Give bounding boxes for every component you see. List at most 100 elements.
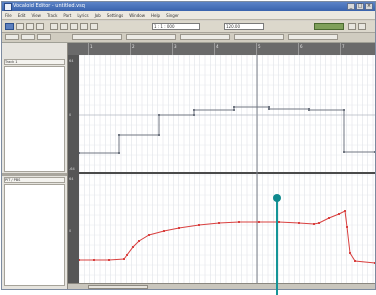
scale-label: 64 xyxy=(69,177,74,181)
tempo-field[interactable]: 120.00 xyxy=(224,23,264,30)
menu-window[interactable]: Window xyxy=(129,11,145,19)
curve-point[interactable] xyxy=(338,213,340,215)
parameter-list[interactable] xyxy=(4,184,65,286)
menu-view[interactable]: View xyxy=(31,11,41,19)
toolbar2-button[interactable] xyxy=(234,34,284,40)
curve-point[interactable] xyxy=(328,217,330,219)
toolbar2-button[interactable] xyxy=(21,34,35,40)
track-header[interactable]: Track 1 xyxy=(4,59,65,65)
track-list[interactable] xyxy=(4,66,65,172)
step-point[interactable] xyxy=(343,109,345,111)
curve-point[interactable] xyxy=(163,230,165,232)
step-point[interactable] xyxy=(79,152,80,154)
curve-point[interactable] xyxy=(238,221,240,223)
play-button[interactable] xyxy=(50,23,58,30)
zoom-in-button[interactable] xyxy=(348,23,356,30)
value-scale: 64 0 -64 64 0 xyxy=(68,55,79,289)
scroll-thumb[interactable] xyxy=(88,285,148,289)
menu-part[interactable]: Part xyxy=(63,11,71,19)
zoom-out-button[interactable] xyxy=(358,23,366,30)
measure-label: 2 xyxy=(132,44,135,49)
curve-point[interactable] xyxy=(108,259,110,261)
curve-point[interactable] xyxy=(178,227,180,229)
scale-label: 64 xyxy=(69,59,74,63)
title-bar: Vocaloid Editor - untitled.vsq _ □ × xyxy=(2,2,375,11)
menu-track[interactable]: Track xyxy=(47,11,57,19)
stop-button[interactable] xyxy=(60,23,68,30)
app-icon xyxy=(4,3,12,11)
menu-lyrics[interactable]: Lyrics xyxy=(77,11,88,19)
menu-singer[interactable]: Singer xyxy=(166,11,179,19)
curve-point[interactable] xyxy=(318,222,320,224)
step-point[interactable] xyxy=(158,134,160,136)
step-point[interactable] xyxy=(308,109,310,111)
scale-label: 0 xyxy=(69,229,72,233)
curve-point[interactable] xyxy=(93,259,95,261)
menu-settings[interactable]: Settings xyxy=(107,11,123,19)
step-point[interactable] xyxy=(193,114,195,116)
step-point[interactable] xyxy=(374,151,375,153)
close-button[interactable]: × xyxy=(365,3,373,10)
forward-button[interactable] xyxy=(80,23,88,30)
rewind-button[interactable] xyxy=(70,23,78,30)
scale-label: -64 xyxy=(69,167,75,171)
curve-editor[interactable] xyxy=(79,55,375,283)
curve-point[interactable] xyxy=(148,234,150,236)
measure-label: 6 xyxy=(300,44,303,49)
step-point[interactable] xyxy=(233,106,235,108)
curve-point[interactable] xyxy=(298,222,300,224)
menu-help[interactable]: Help xyxy=(151,11,160,19)
menu-edit[interactable]: Edit xyxy=(18,11,26,19)
secondary-toolbar xyxy=(2,33,375,43)
curve-point[interactable] xyxy=(218,222,220,224)
record-button[interactable] xyxy=(90,23,98,30)
curve-point[interactable] xyxy=(138,240,140,242)
step-point[interactable] xyxy=(118,134,120,136)
curve-point[interactable] xyxy=(349,252,351,254)
maximize-button[interactable]: □ xyxy=(356,3,364,10)
toolbar2-button[interactable] xyxy=(5,34,19,40)
select-tool-button[interactable] xyxy=(5,23,14,30)
curve-point[interactable] xyxy=(374,262,375,264)
track-panel: Track 1 PIT / PBS xyxy=(2,43,68,289)
curve-point[interactable] xyxy=(278,221,280,223)
position-field[interactable]: 1 : 1 : 000 xyxy=(152,23,200,30)
step-point[interactable] xyxy=(118,152,120,154)
step-point[interactable] xyxy=(233,109,235,111)
toolbar2-button[interactable] xyxy=(288,34,338,40)
curve-point[interactable] xyxy=(346,226,348,228)
line-tool-button[interactable] xyxy=(26,23,34,30)
menu-job[interactable]: Job xyxy=(95,11,101,19)
toolbar2-button[interactable] xyxy=(180,34,230,40)
curve-point[interactable] xyxy=(132,246,134,248)
main-toolbar: 1 : 1 : 000 120.00 xyxy=(2,21,375,33)
step-point[interactable] xyxy=(193,109,195,111)
toolbar2-button[interactable] xyxy=(37,34,51,40)
curve-point[interactable] xyxy=(354,260,356,262)
menu-file[interactable]: File xyxy=(5,11,12,19)
minimize-button[interactable]: _ xyxy=(347,3,355,10)
measure-label: 3 xyxy=(174,44,177,49)
toolbar2-button[interactable] xyxy=(72,34,122,40)
step-point[interactable] xyxy=(268,106,270,108)
measure-label: 1 xyxy=(90,44,93,49)
parameter-header[interactable]: PIT / PBS xyxy=(4,177,65,183)
pencil-tool-button[interactable] xyxy=(16,23,24,30)
toolbar2-button[interactable] xyxy=(126,34,176,40)
curve-point[interactable] xyxy=(79,259,80,261)
curve-point[interactable] xyxy=(123,258,125,260)
step-point[interactable] xyxy=(158,114,160,116)
step-point[interactable] xyxy=(268,108,270,110)
curve-point[interactable] xyxy=(126,254,128,256)
eraser-tool-button[interactable] xyxy=(36,23,44,30)
curve-point[interactable] xyxy=(344,210,346,212)
curve-point[interactable] xyxy=(258,221,260,223)
curve-point[interactable] xyxy=(313,223,315,225)
curve-point[interactable] xyxy=(198,224,200,226)
step-point[interactable] xyxy=(343,151,345,153)
window-title: Vocaloid Editor - untitled.vsq xyxy=(13,3,85,9)
app-window: Vocaloid Editor - untitled.vsq _ □ × Fil… xyxy=(1,1,376,290)
panel-splitter[interactable] xyxy=(2,173,67,176)
horizontal-scrollbar[interactable] xyxy=(68,283,375,289)
measure-label: 5 xyxy=(258,44,261,49)
